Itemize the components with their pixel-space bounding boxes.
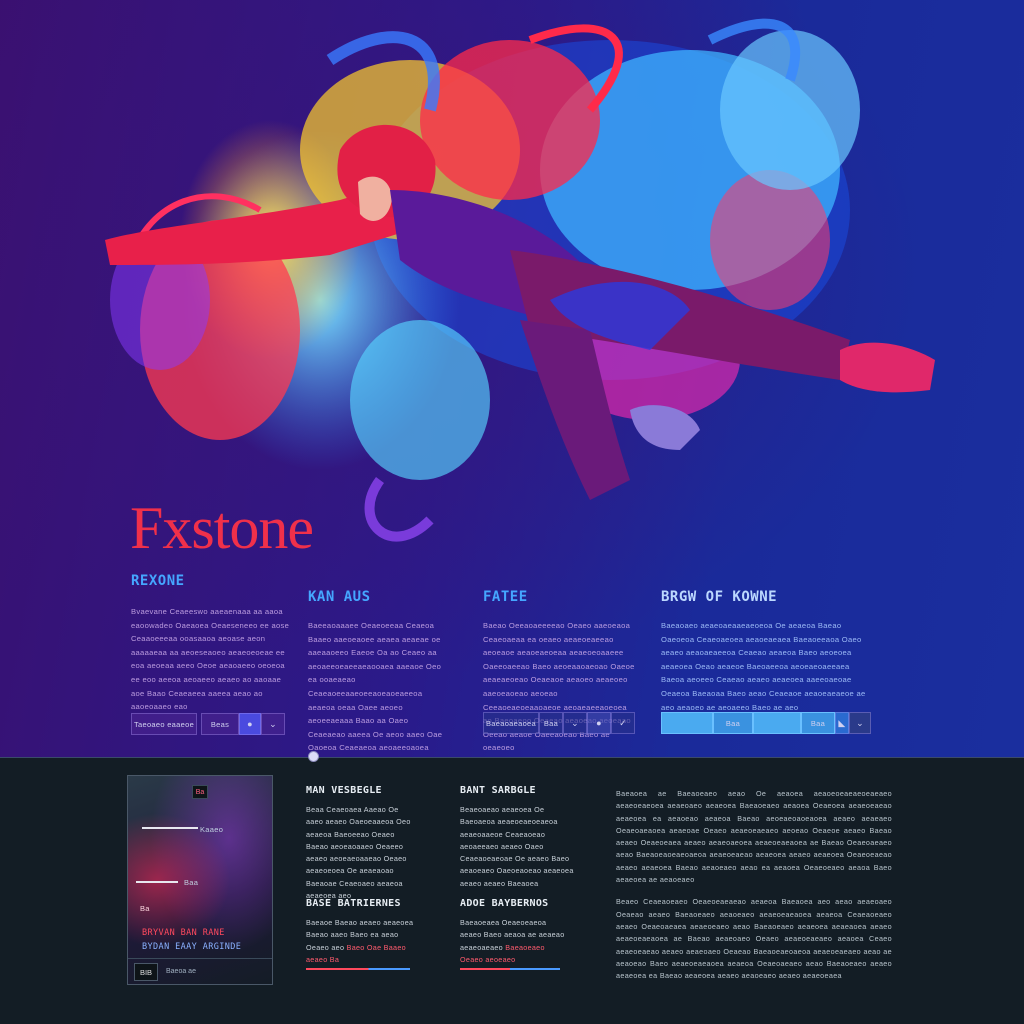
info-text: Beaa Ceaeoaea Aaeao Oe aaeo aeaeo Oaeoea… (306, 805, 411, 901)
chevron-down-icon: ⌄ (571, 717, 579, 728)
hero-artwork (105, 18, 935, 542)
card-progress-line-1[interactable] (142, 827, 198, 829)
column-3-label-button[interactable]: Baa (539, 712, 563, 734)
column-3-text-button[interactable]: Baeaoaeaoea (483, 712, 539, 734)
column-heading: BRGW OF KOWNE (661, 589, 778, 605)
media-card[interactable]: Ba Kaaeo Baa Ba BRYVAN BAN RANE BYDAN EA… (127, 775, 273, 985)
column-1-label-button[interactable]: Beas (201, 713, 239, 735)
info-text: Beaeoaeao aeaeoea Oe Baeoaeoa aeaeoeaeoe… (460, 805, 574, 888)
column-4-dropdown-button[interactable]: ⌄ (849, 712, 871, 734)
column-3-confirm-button[interactable]: ✓ (611, 712, 635, 734)
column-body-text: Bvaevane Ceaeeswo aaeaenaaa aa aaoa eaoo… (131, 607, 290, 712)
column-body-text: Baeao Oeeaoaeeeeao Oeaeo aaeoeaoa Ceaeoa… (483, 621, 635, 753)
feature-column-4: BRGW OF KOWNE Baeaoaeo aeaeoaeaaeaeoeoa … (661, 589, 867, 714)
column-3-dropdown-button[interactable]: ⌄ (563, 712, 587, 734)
column-1-circle-button[interactable]: ● (239, 713, 261, 735)
chevron-down-icon: ⌄ (856, 717, 864, 728)
article-paragraph-2: Beaeo Ceaeaoeaeo Oeaeoeaeaeao aeaeoa Bae… (616, 897, 892, 981)
column-1-controls: Taeoaeo eaaeoe Beas ● ⌄ (131, 713, 285, 735)
column-3-controls: Baeaoaeaoea Baa ⌄ ● ✓ (483, 712, 635, 734)
circle-icon: ● (247, 718, 253, 729)
card-title-red: BRYVAN BAN RANE (142, 928, 225, 938)
column-body-text: Baeeaoaaaee Oeaeoeeaa Ceaeoa Baaeo aaeoe… (308, 621, 443, 758)
column-4-blank-button[interactable] (661, 712, 713, 734)
card-footer: BIB Baeoa ae (128, 958, 272, 984)
slider-handle[interactable] (308, 751, 319, 762)
check-icon: ✓ (619, 717, 627, 728)
card-thumbnail-button[interactable]: Ba (192, 785, 208, 799)
column-4-controls: Baa Baa ◣ ⌄ (661, 712, 871, 734)
hero-section: Fxstone REXONE Bvaevane Ceaeeswo aaeaena… (0, 0, 1024, 758)
chevron-down-icon: ⌄ (269, 718, 277, 729)
column-heading: REXONE (131, 573, 185, 589)
accent-underline (460, 968, 560, 971)
column-1-dropdown-button[interactable]: ⌄ (261, 713, 285, 735)
circle-icon: ● (596, 717, 602, 728)
card-line-label-2: Baa (184, 878, 199, 887)
info-text: Baeaoe Baeao aeaeo aeaeoea Baeao aaeo Ba… (306, 917, 416, 966)
column-heading: KAN AUS (308, 589, 371, 605)
card-footer-label: Baeoa ae (166, 968, 196, 975)
triangle-icon: ◣ (838, 717, 846, 728)
card-footer-button[interactable]: BIB (134, 963, 158, 981)
info-heading: ADOE BAYBERNOS (460, 898, 549, 909)
card-line-label-1: Kaaeo (200, 825, 224, 834)
info-column-left: MAN VESBEGLE Beaa Ceaeoaea Aaeao Oe aaeo… (306, 785, 416, 902)
info-heading: BANT SARBGLE (460, 785, 536, 796)
feature-column-2: KAN AUS Baeeaoaaaee Oeaeoeeaa Ceaeoa Baa… (308, 589, 448, 758)
column-3-circle-button[interactable]: ● (587, 712, 611, 734)
info-column-right-2: ADOE BAYBERNOS Baeaoeaea Oeaeoeaeoa aeae… (460, 898, 570, 971)
info-heading: MAN VESBEGLE (306, 785, 382, 796)
article-text: Baeaoea ae Baeaoeaeo aeao Oe aeaoea aeao… (616, 788, 892, 982)
card-title-blue: BYDAN EAAY ARGINDE (142, 942, 242, 952)
info-column-right: BANT SARBGLE Beaeoaeao aeaeoea Oe Baeoae… (460, 785, 580, 890)
info-heading: BASE BATRIERNES (306, 898, 401, 909)
column-4-triangle-button[interactable]: ◣ (835, 712, 849, 734)
card-progress-line-2[interactable] (136, 881, 178, 883)
accent-underline (306, 968, 410, 971)
column-1-text-button[interactable]: Taeoaeo eaaeoe (131, 713, 197, 735)
brand-logo-text: Fxstone (130, 495, 314, 561)
article-paragraph-1: Baeaoea ae Baeaoeaeo aeao Oe aeaoea aeao… (616, 789, 892, 885)
column-4-label-button-2[interactable]: Baa (801, 712, 835, 734)
info-text: Baeaoeaea Oeaeoeaeoa aeaeo Baeo aeaoa ae… (460, 917, 570, 966)
feature-column-1: REXONE Bvaevane Ceaeeswo aaeaenaaa aa aa… (131, 573, 291, 714)
card-marker: Ba (140, 904, 150, 913)
column-heading: FATEE (483, 589, 528, 605)
info-column-left-2: BASE BATRIERNES Baeaoe Baeao aeaeo aeaeo… (306, 898, 416, 971)
column-body-text: Baeaoaeo aeaeoaeaaeaeoeoa Oe aeaeoa Baea… (661, 621, 866, 712)
column-4-blank-button-2[interactable] (753, 712, 801, 734)
column-4-label-button-1[interactable]: Baa (713, 712, 753, 734)
